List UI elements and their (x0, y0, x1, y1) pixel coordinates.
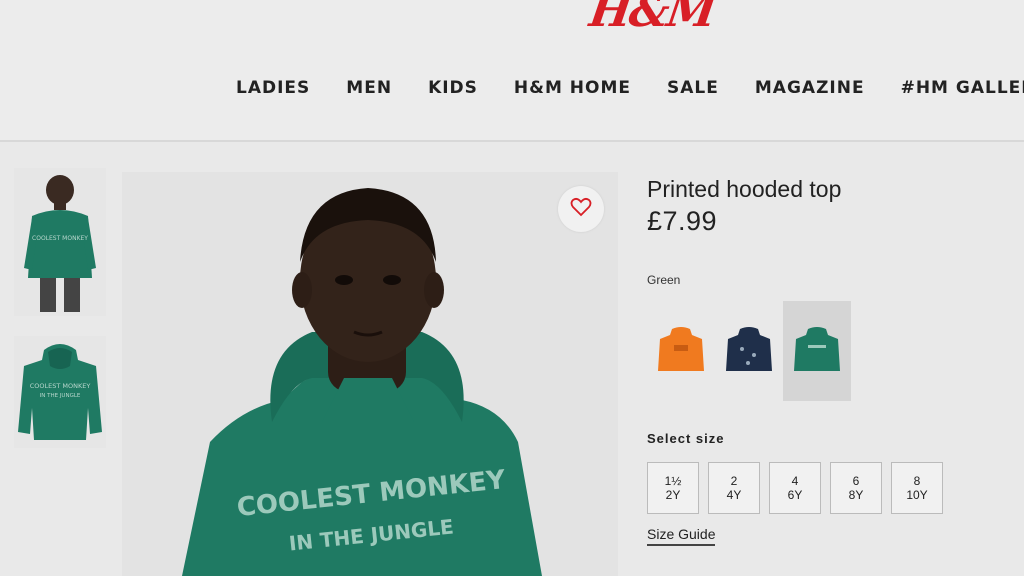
size-bottom: 8Y (848, 488, 864, 502)
site-header: H&M LADIES MEN KIDS H&M HOME SALE MAGAZI… (0, 0, 1024, 142)
nav-item-men[interactable]: MEN (346, 78, 392, 98)
swatch-green[interactable] (783, 301, 851, 401)
size-bottom: 6Y (787, 488, 803, 502)
thumbnail-hoodie[interactable]: COOLEST MONKEY IN THE JUNGLE (14, 336, 106, 448)
favorite-button[interactable] (558, 186, 604, 232)
heart-icon (570, 197, 592, 222)
main-product-image: COOLEST MONKEY IN THE JUNGLE (122, 172, 618, 576)
nav-item-kids[interactable]: KIDS (428, 78, 478, 98)
size-option-10y[interactable]: 8 10Y (891, 462, 943, 514)
size-option-8y[interactable]: 6 8Y (830, 462, 882, 514)
hm-logo[interactable]: H&M (586, 0, 717, 37)
thumbnail-model[interactable]: COOLEST MONKEY (14, 168, 106, 316)
size-top: 1½ (664, 474, 682, 488)
size-option-2y[interactable]: 1½ 2Y (647, 462, 699, 514)
size-options: 1½ 2Y 2 4Y 4 6Y 6 8Y 8 10Y (647, 462, 1017, 514)
size-bottom: 4Y (726, 488, 742, 502)
size-top: 2 (730, 474, 738, 488)
nav-item-ladies[interactable]: LADIES (236, 78, 310, 98)
size-bottom: 2Y (665, 488, 681, 502)
main-nav: LADIES MEN KIDS H&M HOME SALE MAGAZINE #… (236, 78, 1024, 98)
product-name: Printed hooded top (647, 176, 842, 202)
nav-item-sale[interactable]: SALE (667, 78, 719, 98)
size-guide-link[interactable]: Size Guide (647, 526, 716, 546)
size-top: 8 (913, 474, 921, 488)
nav-item-hm-home[interactable]: H&M HOME (514, 78, 631, 98)
selected-color-label: Green (647, 273, 681, 287)
svg-text:COOLEST MONKEY: COOLEST MONKEY (30, 382, 91, 390)
thumbnail-list: COOLEST MONKEY COOLEST MONKEY IN THE JUN… (14, 168, 114, 468)
swatch-orange[interactable] (647, 301, 715, 401)
size-option-6y[interactable]: 4 6Y (769, 462, 821, 514)
size-bottom: 10Y (906, 488, 928, 502)
size-option-4y[interactable]: 2 4Y (708, 462, 760, 514)
color-swatches (647, 301, 1017, 401)
swatch-navy[interactable] (715, 301, 783, 401)
product-info: Printed hooded top £7.99 Green Select si… (647, 172, 1017, 546)
nav-item-hm-gallery[interactable]: #HM GALLERY (901, 78, 1024, 98)
svg-text:IN THE JUNGLE: IN THE JUNGLE (40, 393, 81, 399)
size-top: 6 (852, 474, 860, 488)
select-size-label: Select size (647, 431, 725, 446)
svg-text:COOLEST MONKEY: COOLEST MONKEY (32, 235, 88, 242)
product-price: £7.99 (647, 206, 718, 236)
size-top: 4 (791, 474, 799, 488)
nav-item-magazine[interactable]: MAGAZINE (755, 78, 865, 98)
